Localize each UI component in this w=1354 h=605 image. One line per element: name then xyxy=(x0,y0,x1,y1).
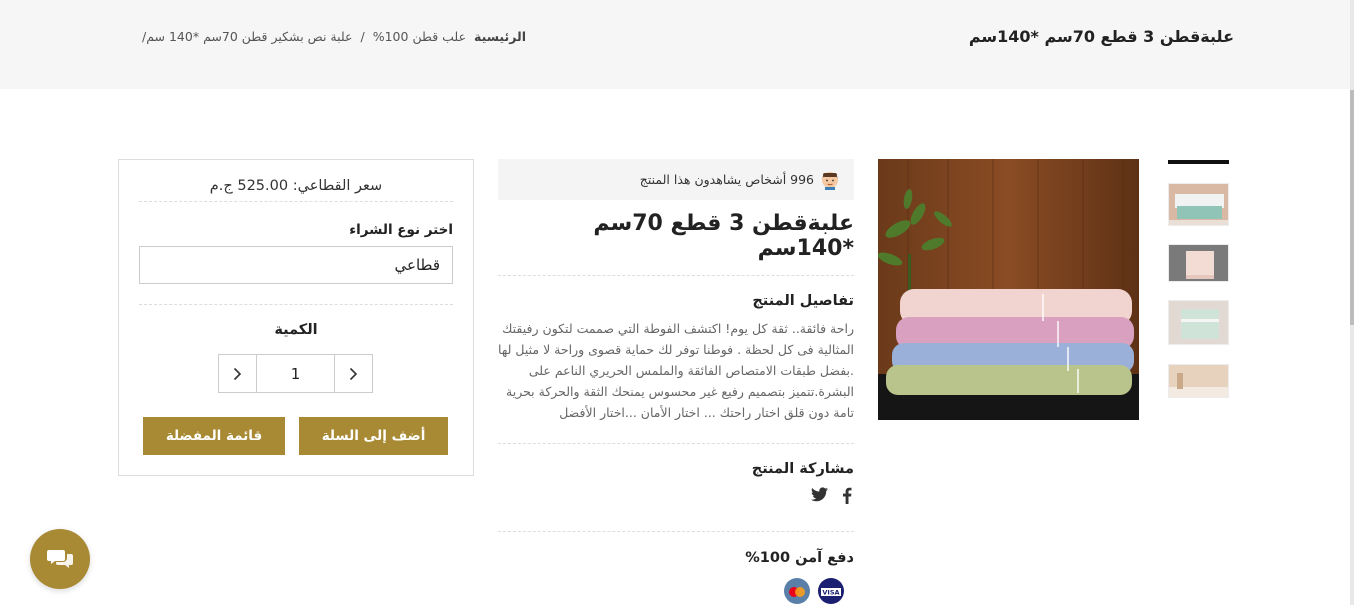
viewers-text: 996 أشخاص يشاهدون هذا المنتج xyxy=(639,172,814,187)
mastercard-icon xyxy=(784,578,810,605)
product-main-image[interactable] xyxy=(878,159,1139,420)
visa-icon: VISA xyxy=(818,578,844,605)
thumbnail-2[interactable] xyxy=(1168,244,1229,282)
product-description: راحة فائقة.. ثقة كل يوم! اكتشف الفوطة ال… xyxy=(498,321,854,420)
wishlist-button[interactable]: قائمة المفضلة xyxy=(143,417,285,455)
towels-thumb-1 xyxy=(1169,184,1228,225)
purchase-type-label: اختر نوع الشراء xyxy=(349,222,453,238)
thumbnail-1[interactable] xyxy=(1168,183,1229,226)
active-thumbnail-indicator xyxy=(1168,160,1229,164)
product-info: 996 أشخاص يشاهدون هذا المنتج علبةقطن 3 ق… xyxy=(498,159,854,605)
chat-button[interactable] xyxy=(30,529,90,589)
breadcrumb-separator: / xyxy=(360,29,365,44)
towels-thumb-3 xyxy=(1169,301,1228,344)
chevron-right-icon xyxy=(233,367,242,380)
page-title: علبةقطن 3 قطع 70سم *140سم xyxy=(968,27,1234,46)
facebook-icon[interactable] xyxy=(842,487,852,508)
thumbnail-4[interactable] xyxy=(1168,364,1229,398)
purchase-type-select[interactable]: قطاعي xyxy=(139,246,453,284)
breadcrumb-category[interactable]: علب قطن 100% xyxy=(373,29,466,44)
chevron-right-icon xyxy=(349,367,358,380)
chat-icon xyxy=(47,550,73,568)
visa-text: VISA xyxy=(822,589,839,597)
breadcrumb: الرئيسية علب قطن 100% / علبة نص بشكير قط… xyxy=(142,29,526,44)
retail-price: سعر القطاعي: 525.00 ج.م xyxy=(139,178,453,202)
quantity-label: الكمية xyxy=(274,322,318,338)
secure-title: دفع آمن 100% xyxy=(745,550,854,566)
breadcrumb-home[interactable]: الرئيسية xyxy=(474,29,526,44)
thumbnail-3[interactable] xyxy=(1168,300,1229,345)
share-section: مشاركة المنتج xyxy=(498,444,854,532)
details-title: تفاصيل المنتج xyxy=(752,293,854,309)
towels-thumb-2 xyxy=(1169,245,1228,281)
add-to-cart-button[interactable]: أضف إلى السلة xyxy=(299,417,448,455)
decrease-quantity-button[interactable] xyxy=(219,355,257,392)
towels-photo xyxy=(878,159,1139,420)
breadcrumb-current: علبة نص بشكير قطن 70سم *140 سم/ xyxy=(142,29,353,44)
secure-payment: دفع آمن 100% VISA xyxy=(498,532,854,605)
divider xyxy=(139,304,453,305)
scrollbar-thumb[interactable] xyxy=(1350,90,1354,325)
increase-quantity-button[interactable] xyxy=(334,355,372,392)
page-header: علبةقطن 3 قطع 70سم *140سم الرئيسية علب ق… xyxy=(0,0,1354,89)
share-title: مشاركة المنتج xyxy=(751,461,854,477)
product-details: تفاصيل المنتج راحة فائقة.. ثقة كل يوم! ا… xyxy=(498,276,854,444)
quantity-stepper: 1 xyxy=(218,354,373,393)
product-title: علبةقطن 3 قطع 70سم *140سم xyxy=(498,211,854,276)
quantity-input[interactable]: 1 xyxy=(257,355,334,392)
person-icon xyxy=(822,171,838,190)
towels-thumb-4 xyxy=(1169,365,1228,397)
viewers-notice: 996 أشخاص يشاهدون هذا المنتج xyxy=(498,159,854,200)
purchase-box: سعر القطاعي: 525.00 ج.م اختر نوع الشراء … xyxy=(118,159,474,476)
twitter-icon[interactable] xyxy=(811,487,828,508)
